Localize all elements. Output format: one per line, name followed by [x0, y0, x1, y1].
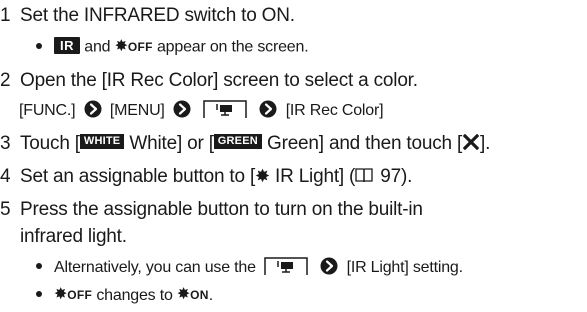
bullet-text: appear on the screen. [156, 38, 309, 56]
right-arrow-icon [84, 100, 102, 118]
step-number: 4 [0, 166, 11, 187]
ir-badge-icon: IR [54, 37, 80, 54]
bullet-text: changes to [92, 287, 177, 305]
step-number: 3 [0, 133, 11, 154]
page-reference: 97 [375, 166, 402, 187]
step-5-bullet-2: ✸OFF changes to ✸ON. [36, 286, 213, 305]
step-number: 2 [0, 70, 11, 91]
step-text: Set the INFRARED switch to ON. [20, 5, 295, 26]
step-1-bullet: IR and ✸OFF appear on the screen. [36, 37, 309, 56]
step-text: White] or [ [124, 133, 214, 154]
instruction-page: 1 Set the INFRARED switch to ON. IR and ✸… [0, 0, 587, 312]
step-5-bullet-1: Alternatively, you can use the [IR Light… [36, 257, 463, 278]
close-icon [463, 133, 480, 150]
green-badge-icon: GREEN [213, 134, 262, 150]
book-icon [355, 168, 373, 183]
bullet-icon [36, 42, 42, 49]
step-3: 3 Touch [WHITE White] or [GREEN Green] an… [0, 133, 491, 154]
step-text: ). [401, 166, 413, 187]
step-text: Set an assignable button to [ [20, 166, 256, 187]
infrared-light-icon: ✸ [176, 286, 191, 303]
func-path-item: [FUNC.] [19, 102, 76, 120]
white-badge-icon: WHITE [79, 134, 125, 150]
step-text: Open the [IR Rec Color] screen to select… [20, 70, 418, 91]
step-text: Green] and then touch [ [261, 133, 463, 154]
step-1: 1 Set the INFRARED switch to ON. [0, 6, 295, 25]
step-2-path: [FUNC.] [MENU] [IR Rec Color] [19, 100, 384, 121]
step-text: IR Light] ( [269, 166, 356, 187]
step-text: Press the assignable button to turn on t… [20, 199, 423, 220]
infrared-on-label: ON [190, 288, 209, 302]
infrared-light-icon: ✸ [54, 286, 68, 303]
step-text: Touch [ [20, 133, 80, 154]
right-arrow-icon [320, 257, 338, 275]
step-2: 2 Open the [IR Rec Color] screen to selec… [0, 71, 418, 90]
bullet-icon [36, 263, 42, 269]
step-4: 4 Set an assignable button to [✸ IR Light… [0, 167, 412, 186]
menu-path-item: [MENU] [109, 102, 165, 120]
step-5-continuation: infrared light. [20, 227, 127, 246]
infrared-light-icon: ✸ [114, 37, 128, 55]
infrared-light-icon: ✸ [255, 165, 270, 186]
bullet-text: . [208, 287, 213, 305]
step-number: 1 [0, 5, 11, 26]
and-text: and [84, 38, 111, 56]
ir-rec-color-path-item: [IR Rec Color] [285, 102, 384, 120]
step-text: ]. [480, 133, 491, 154]
infrared-off-label: OFF [127, 39, 153, 54]
camera-menu-icon [264, 257, 308, 275]
bullet-text: Alternatively, you can use the [54, 259, 256, 277]
right-arrow-icon [173, 100, 191, 118]
infrared-off-label: OFF [67, 288, 93, 302]
step-number: 5 [0, 199, 11, 220]
bullet-icon [36, 291, 42, 297]
right-arrow-icon [259, 100, 277, 118]
step-text: infrared light. [20, 226, 127, 247]
bullet-text: [IR Light] setting. [346, 259, 463, 277]
camera-menu-icon [203, 100, 247, 118]
step-5: 5 Press the assignable button to turn on … [0, 200, 423, 219]
